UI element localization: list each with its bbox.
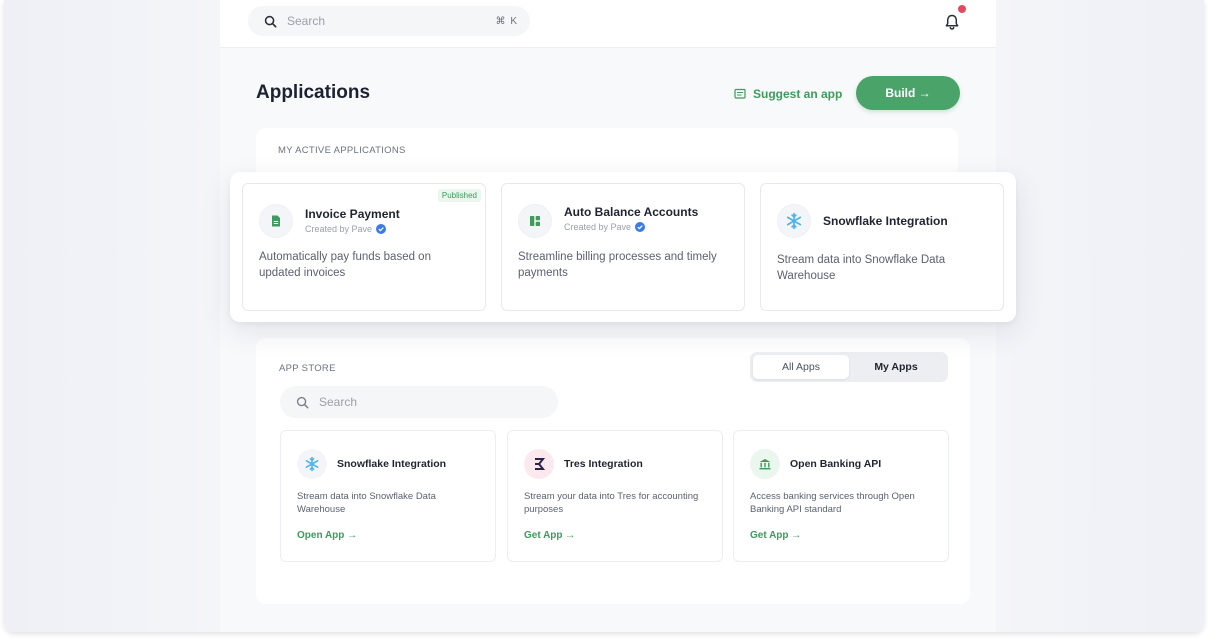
tres-logo-icon [535, 458, 546, 470]
active-app-icon [518, 204, 552, 238]
store-search-input[interactable]: Search [280, 386, 558, 418]
active-app-description: Automatically pay funds based on updated… [259, 251, 431, 279]
created-by: Created by Pave [305, 224, 387, 234]
search-placeholder: Search [287, 14, 326, 28]
active-app-name: Invoice Payment [305, 207, 400, 221]
active-app-name: Auto Balance Accounts [564, 205, 699, 219]
active-app-icon [259, 204, 293, 238]
search-icon [264, 15, 277, 28]
store-app-icon [297, 449, 327, 479]
open-app-link[interactable]: Open App → [297, 530, 357, 541]
search-icon [296, 396, 309, 408]
active-app-icon [777, 204, 811, 238]
get-app-link[interactable]: Get App → [524, 530, 575, 541]
store-section-label: APP STORE [279, 363, 336, 374]
active-section-label: MY ACTIVE APPLICATIONS [278, 145, 406, 156]
active-app-description: Stream data into Snowflake Data Warehous… [777, 254, 946, 282]
suggest-app-label: Suggest an app [753, 87, 843, 101]
tab-all-apps[interactable]: All Apps [753, 355, 849, 379]
store-card-tres[interactable]: Tres Integration Stream your data into T… [507, 430, 723, 562]
store-app-icon [750, 449, 780, 479]
global-search-input[interactable]: Search ⌘ K [248, 6, 530, 36]
active-card-invoice-payment[interactable]: Published Invoice Payment Created by Pav… [242, 183, 486, 311]
bell-icon[interactable] [942, 12, 962, 32]
active-app-name: Snowflake Integration [823, 214, 948, 228]
store-app-description: Stream your data into Tres for accountin… [524, 491, 699, 515]
get-app-link[interactable]: Get App → [750, 530, 801, 541]
apps-filter-toggle: All Apps My Apps [750, 352, 948, 382]
store-card-snowflake[interactable]: Snowflake Integration Stream data into S… [280, 430, 496, 562]
verified-icon [635, 222, 646, 232]
search-shortcut: ⌘ K [495, 15, 518, 27]
snowflake-icon [786, 212, 802, 230]
active-apps-row: Published Invoice Payment Created by Pav… [230, 172, 1016, 322]
tab-my-apps[interactable]: My Apps [848, 355, 944, 379]
store-card-open-banking[interactable]: Open Banking API Access banking services… [733, 430, 949, 562]
document-icon [272, 215, 280, 227]
published-badge: Published [437, 189, 481, 202]
store-search-placeholder: Search [319, 395, 358, 409]
verified-icon [376, 224, 387, 234]
layout-icon [530, 216, 540, 226]
created-by: Created by Pave [564, 222, 646, 232]
active-applications-section: MY ACTIVE APPLICATIONS [256, 128, 958, 176]
store-app-name: Tres Integration [564, 458, 643, 470]
suggest-app-link[interactable]: Suggest an app [734, 87, 842, 101]
store-app-icon [524, 449, 554, 479]
message-icon [734, 88, 746, 99]
top-bar: Search ⌘ K [220, 0, 996, 48]
active-card-snowflake[interactable]: Snowflake Integration Stream data into S… [760, 183, 1004, 311]
created-by-text: Created by Pave [564, 222, 632, 232]
store-app-name: Open Banking API [790, 458, 882, 470]
active-app-description: Streamline billing processes and timely … [518, 251, 717, 279]
store-app-description: Access banking services through Open Ban… [750, 491, 915, 515]
active-card-auto-balance[interactable]: Auto Balance Accounts Created by Pave St… [501, 183, 745, 311]
created-by-text: Created by Pave [305, 224, 373, 234]
build-button[interactable]: Build → [856, 76, 960, 110]
store-app-name: Snowflake Integration [337, 458, 447, 470]
page-title: Applications [256, 82, 371, 103]
bank-icon [759, 459, 771, 470]
snowflake-icon [305, 456, 319, 472]
app-store-section: APP STORE All Apps My Apps Search Snowfl… [256, 338, 970, 604]
store-app-description: Stream data into Snowflake Data Warehous… [297, 491, 436, 515]
notification-dot [958, 5, 966, 13]
